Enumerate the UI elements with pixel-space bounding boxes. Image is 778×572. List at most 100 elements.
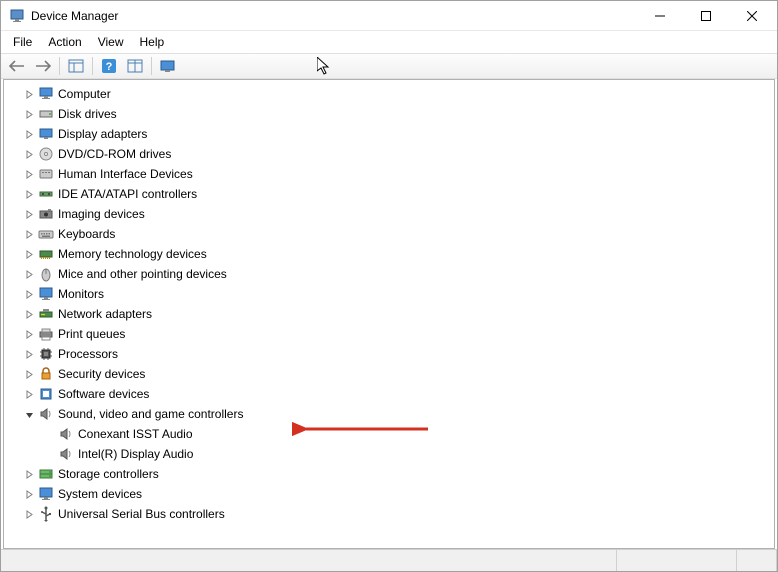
tree-node[interactable]: Security devices [4, 364, 774, 384]
menu-file[interactable]: File [5, 33, 40, 51]
dvd-icon [38, 146, 54, 162]
statusbar [1, 549, 777, 571]
tree-node[interactable]: IDE ATA/ATAPI controllers [4, 184, 774, 204]
tree-node[interactable]: Human Interface Devices [4, 164, 774, 184]
tree-node-label: DVD/CD-ROM drives [58, 147, 171, 161]
tree-node-label: Computer [58, 87, 111, 101]
display-icon [38, 126, 54, 142]
tree-node[interactable]: Software devices [4, 384, 774, 404]
tree-node[interactable]: Monitors [4, 284, 774, 304]
properties-button[interactable] [123, 55, 147, 77]
menu-view[interactable]: View [90, 33, 132, 51]
tree-node-label: Processors [58, 347, 118, 361]
status-cell [1, 550, 617, 571]
expand-arrow-icon[interactable] [22, 467, 36, 481]
device-tree[interactable]: Computer Disk drives Display adapters DVD/C… [4, 80, 774, 548]
sound-icon [58, 446, 74, 462]
tree-node-label: Human Interface Devices [58, 167, 193, 181]
minimize-button[interactable] [637, 2, 683, 30]
security-icon [38, 366, 54, 382]
expand-arrow-icon[interactable] [22, 107, 36, 121]
tree-node[interactable]: DVD/CD-ROM drives [4, 144, 774, 164]
mouse-icon [38, 266, 54, 282]
keyboard-icon [38, 226, 54, 242]
expand-arrow-icon[interactable] [22, 167, 36, 181]
menubar: File Action View Help [1, 31, 777, 53]
expand-arrow-icon[interactable] [22, 287, 36, 301]
menu-action[interactable]: Action [40, 33, 89, 51]
tree-node[interactable]: System devices [4, 484, 774, 504]
monitor-icon [38, 286, 54, 302]
tree-node-label: Keyboards [58, 227, 115, 241]
scan-button[interactable] [156, 55, 180, 77]
tree-node-label: Sound, video and game controllers [58, 407, 243, 421]
tree-node-label: IDE ATA/ATAPI controllers [58, 187, 197, 201]
svg-text:?: ? [106, 61, 113, 73]
status-cell [617, 550, 737, 571]
expand-arrow-icon[interactable] [22, 127, 36, 141]
close-button[interactable] [729, 2, 775, 30]
tree-node[interactable]: Network adapters [4, 304, 774, 324]
expand-arrow-icon[interactable] [22, 347, 36, 361]
hid-icon [38, 166, 54, 182]
expand-arrow-icon[interactable] [22, 267, 36, 281]
show-hidden-button[interactable] [64, 55, 88, 77]
tree-node-label: Conexant ISST Audio [78, 427, 193, 441]
expand-arrow-icon[interactable] [22, 187, 36, 201]
tree-node[interactable]: Storage controllers [4, 464, 774, 484]
expand-arrow-icon[interactable] [22, 307, 36, 321]
imaging-icon [38, 206, 54, 222]
expand-arrow-icon[interactable] [22, 407, 36, 421]
tree-child-node[interactable]: Conexant ISST Audio [4, 424, 774, 444]
tree-node[interactable]: Print queues [4, 324, 774, 344]
tree-node[interactable]: Mice and other pointing devices [4, 264, 774, 284]
memory-icon [38, 246, 54, 262]
cpu-icon [38, 346, 54, 362]
tree-node-label: Storage controllers [58, 467, 159, 481]
expand-arrow-icon[interactable] [22, 367, 36, 381]
tree-node-label: Intel(R) Display Audio [78, 447, 193, 461]
help-button[interactable]: ? [97, 55, 121, 77]
app-icon [9, 8, 25, 24]
tree-node-label: Memory technology devices [58, 247, 207, 261]
tree-node[interactable]: Processors [4, 344, 774, 364]
back-button[interactable] [5, 55, 29, 77]
tree-node[interactable]: Computer [4, 84, 774, 104]
toolbar-separator [151, 57, 152, 75]
tree-node[interactable]: Imaging devices [4, 204, 774, 224]
expand-arrow-icon[interactable] [22, 487, 36, 501]
tree-node-label: Imaging devices [58, 207, 145, 221]
expand-arrow-icon[interactable] [22, 387, 36, 401]
window-title: Device Manager [31, 9, 637, 23]
ide-icon [38, 186, 54, 202]
tree-node[interactable]: Keyboards [4, 224, 774, 244]
sound-icon [58, 426, 74, 442]
storage-icon [38, 466, 54, 482]
software-icon [38, 386, 54, 402]
expand-arrow-icon[interactable] [22, 247, 36, 261]
tree-node[interactable]: Memory technology devices [4, 244, 774, 264]
tree-child-node[interactable]: Intel(R) Display Audio [4, 444, 774, 464]
content-area: Computer Disk drives Display adapters DVD/C… [3, 79, 775, 549]
window-controls [637, 2, 775, 30]
expand-arrow-icon[interactable] [22, 147, 36, 161]
tree-node-label: System devices [58, 487, 142, 501]
tree-node[interactable]: Disk drives [4, 104, 774, 124]
expand-arrow-icon[interactable] [22, 227, 36, 241]
expand-arrow-icon[interactable] [22, 327, 36, 341]
menu-help[interactable]: Help [132, 33, 173, 51]
expand-arrow-icon[interactable] [22, 207, 36, 221]
expand-arrow-icon[interactable] [22, 87, 36, 101]
tree-node[interactable]: Sound, video and game controllers [4, 404, 774, 424]
expand-arrow-icon[interactable] [22, 507, 36, 521]
toolbar-separator [92, 57, 93, 75]
forward-button[interactable] [31, 55, 55, 77]
status-cell [737, 550, 777, 571]
usb-icon [38, 506, 54, 522]
device-manager-window: Device Manager File Action View Help ? C… [0, 0, 778, 572]
tree-node-label: Display adapters [58, 127, 147, 141]
tree-node[interactable]: Display adapters [4, 124, 774, 144]
maximize-button[interactable] [683, 2, 729, 30]
tree-node[interactable]: Universal Serial Bus controllers [4, 504, 774, 524]
titlebar: Device Manager [1, 1, 777, 31]
